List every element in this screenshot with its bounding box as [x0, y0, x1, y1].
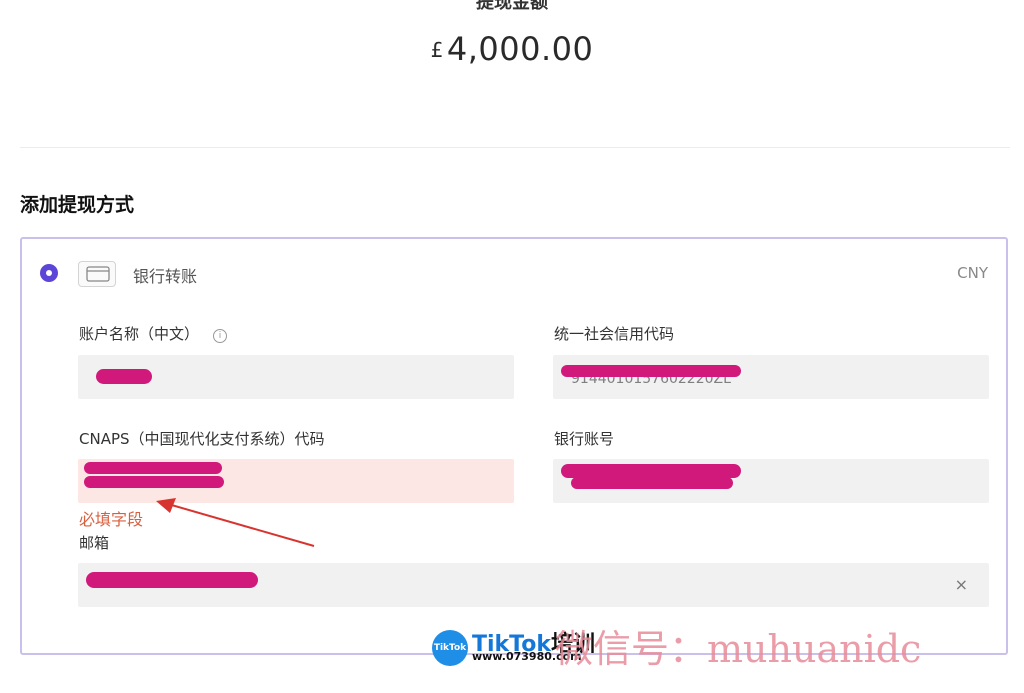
tiktok-logo-icon: TikTok [432, 630, 468, 666]
annotation-arrow [156, 498, 315, 547]
watermark-wechat: 微信号：muhuanidc [555, 627, 922, 671]
